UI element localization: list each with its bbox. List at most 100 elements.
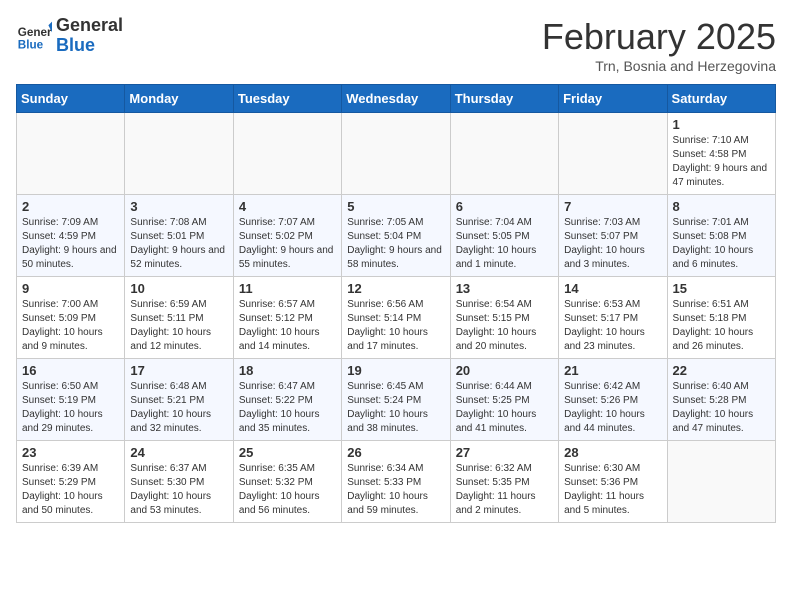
day-number: 11 (239, 281, 336, 296)
calendar-week-row: 9 Sunrise: 7:00 AM Sunset: 5:09 PM Daylig… (17, 277, 776, 359)
day-info: Sunrise: 6:30 AM Sunset: 5:36 PM Dayligh… (564, 462, 661, 518)
day-number: 26 (347, 445, 444, 460)
day-number: 12 (347, 281, 444, 296)
calendar-cell: 15Sunrise: 6:51 AM Sunset: 5:18 PM Dayli… (667, 277, 775, 359)
day-info: Sunrise: 6:32 AM Sunset: 5:35 PM Dayligh… (456, 462, 553, 518)
day-info: Sunrise: 6:59 AM Sunset: 5:11 PM Dayligh… (130, 298, 227, 354)
calendar-cell (342, 113, 450, 195)
weekday-header: Saturday (667, 85, 775, 113)
calendar-cell: 12 Sunrise: 6:56 AM Sunset: 5:14 PM Dayli… (342, 277, 450, 359)
day-info: Sunrise: 7:00 AM Sunset: 5:09 PM Dayligh… (22, 298, 119, 354)
title-block: February 2025 Trn, Bosnia and Herzegovin… (542, 16, 776, 74)
day-number: 14 (564, 281, 661, 296)
day-number: 6 (456, 199, 553, 214)
day-info: Sunrise: 7:03 AM Sunset: 5:07 PM Dayligh… (564, 216, 661, 272)
calendar-cell: 28 Sunrise: 6:30 AM Sunset: 5:36 PM Dayli… (559, 441, 667, 523)
day-number: 10 (130, 281, 227, 296)
day-info: Sunrise: 6:48 AM Sunset: 5:21 PM Dayligh… (130, 380, 227, 436)
svg-text:Blue: Blue (18, 38, 44, 51)
calendar-cell: 11 Sunrise: 6:57 AM Sunset: 5:12 PM Dayli… (233, 277, 341, 359)
calendar-cell: 19 Sunrise: 6:45 AM Sunset: 5:24 PM Dayli… (342, 359, 450, 441)
day-info: Sunrise: 6:51 AM Sunset: 5:18 PM Dayligh… (673, 298, 770, 354)
weekday-header: Monday (125, 85, 233, 113)
calendar-week-row: 1 Sunrise: 7:10 AM Sunset: 4:58 PM Daylig… (17, 113, 776, 195)
day-info: Sunrise: 6:57 AM Sunset: 5:12 PM Dayligh… (239, 298, 336, 354)
day-number: 5 (347, 199, 444, 214)
weekday-header-row: SundayMondayTuesdayWednesdayThursdayFrid… (17, 85, 776, 113)
day-info: Sunrise: 7:07 AM Sunset: 5:02 PM Dayligh… (239, 216, 336, 272)
calendar-cell: 13Sunrise: 6:54 AM Sunset: 5:15 PM Dayli… (450, 277, 558, 359)
day-info: Sunrise: 6:47 AM Sunset: 5:22 PM Dayligh… (239, 380, 336, 436)
day-number: 2 (22, 199, 119, 214)
logo-blue-text: Blue (56, 36, 123, 56)
calendar-cell: 27 Sunrise: 6:32 AM Sunset: 5:35 PM Dayli… (450, 441, 558, 523)
day-info: Sunrise: 6:54 AM Sunset: 5:15 PM Dayligh… (456, 298, 553, 354)
day-number: 27 (456, 445, 553, 460)
weekday-header: Sunday (17, 85, 125, 113)
page-header: General Blue General Blue February 2025 … (16, 16, 776, 74)
day-info: Sunrise: 7:01 AM Sunset: 5:08 PM Dayligh… (673, 216, 770, 272)
day-number: 18 (239, 363, 336, 378)
calendar-cell: 23 Sunrise: 6:39 AM Sunset: 5:29 PM Dayli… (17, 441, 125, 523)
day-info: Sunrise: 6:56 AM Sunset: 5:14 PM Dayligh… (347, 298, 444, 354)
calendar-cell: 21Sunrise: 6:42 AM Sunset: 5:26 PM Dayli… (559, 359, 667, 441)
logo: General Blue General Blue (16, 16, 123, 56)
calendar-subtitle: Trn, Bosnia and Herzegovina (542, 58, 776, 74)
day-info: Sunrise: 6:34 AM Sunset: 5:33 PM Dayligh… (347, 462, 444, 518)
day-number: 1 (673, 117, 770, 132)
calendar-cell (667, 441, 775, 523)
day-number: 28 (564, 445, 661, 460)
day-info: Sunrise: 7:04 AM Sunset: 5:05 PM Dayligh… (456, 216, 553, 272)
calendar-cell: 10 Sunrise: 6:59 AM Sunset: 5:11 PM Dayli… (125, 277, 233, 359)
day-info: Sunrise: 6:39 AM Sunset: 5:29 PM Dayligh… (22, 462, 119, 518)
day-number: 22 (673, 363, 770, 378)
calendar-cell: 17Sunrise: 6:48 AM Sunset: 5:21 PM Dayli… (125, 359, 233, 441)
calendar-cell: 16 Sunrise: 6:50 AM Sunset: 5:19 PM Dayli… (17, 359, 125, 441)
day-number: 7 (564, 199, 661, 214)
calendar-cell: 2Sunrise: 7:09 AM Sunset: 4:59 PM Daylig… (17, 195, 125, 277)
day-number: 9 (22, 281, 119, 296)
svg-text:General: General (18, 26, 52, 39)
calendar-cell: 4 Sunrise: 7:07 AM Sunset: 5:02 PM Daylig… (233, 195, 341, 277)
calendar-cell (17, 113, 125, 195)
calendar-cell (559, 113, 667, 195)
calendar-cell (125, 113, 233, 195)
day-info: Sunrise: 6:35 AM Sunset: 5:32 PM Dayligh… (239, 462, 336, 518)
calendar-cell (233, 113, 341, 195)
calendar-cell: 8 Sunrise: 7:01 AM Sunset: 5:08 PM Daylig… (667, 195, 775, 277)
day-info: Sunrise: 6:45 AM Sunset: 5:24 PM Dayligh… (347, 380, 444, 436)
calendar-cell: 1 Sunrise: 7:10 AM Sunset: 4:58 PM Daylig… (667, 113, 775, 195)
day-number: 8 (673, 199, 770, 214)
calendar-week-row: 2Sunrise: 7:09 AM Sunset: 4:59 PM Daylig… (17, 195, 776, 277)
calendar-cell: 24Sunrise: 6:37 AM Sunset: 5:30 PM Dayli… (125, 441, 233, 523)
calendar-cell: 5Sunrise: 7:05 AM Sunset: 5:04 PM Daylig… (342, 195, 450, 277)
day-number: 20 (456, 363, 553, 378)
calendar-table: SundayMondayTuesdayWednesdayThursdayFrid… (16, 84, 776, 523)
calendar-week-row: 23 Sunrise: 6:39 AM Sunset: 5:29 PM Dayli… (17, 441, 776, 523)
day-info: Sunrise: 6:40 AM Sunset: 5:28 PM Dayligh… (673, 380, 770, 436)
logo-icon: General Blue (16, 18, 52, 54)
calendar-cell: 3Sunrise: 7:08 AM Sunset: 5:01 PM Daylig… (125, 195, 233, 277)
calendar-cell: 20 Sunrise: 6:44 AM Sunset: 5:25 PM Dayli… (450, 359, 558, 441)
day-number: 16 (22, 363, 119, 378)
day-number: 25 (239, 445, 336, 460)
calendar-cell: 26 Sunrise: 6:34 AM Sunset: 5:33 PM Dayli… (342, 441, 450, 523)
weekday-header: Wednesday (342, 85, 450, 113)
day-info: Sunrise: 6:50 AM Sunset: 5:19 PM Dayligh… (22, 380, 119, 436)
day-info: Sunrise: 6:53 AM Sunset: 5:17 PM Dayligh… (564, 298, 661, 354)
day-number: 4 (239, 199, 336, 214)
weekday-header: Tuesday (233, 85, 341, 113)
logo-general-text: General (56, 16, 123, 36)
weekday-header: Friday (559, 85, 667, 113)
calendar-week-row: 16 Sunrise: 6:50 AM Sunset: 5:19 PM Dayli… (17, 359, 776, 441)
day-info: Sunrise: 7:08 AM Sunset: 5:01 PM Dayligh… (130, 216, 227, 272)
weekday-header: Thursday (450, 85, 558, 113)
day-info: Sunrise: 6:37 AM Sunset: 5:30 PM Dayligh… (130, 462, 227, 518)
calendar-cell: 14 Sunrise: 6:53 AM Sunset: 5:17 PM Dayli… (559, 277, 667, 359)
day-number: 19 (347, 363, 444, 378)
day-number: 23 (22, 445, 119, 460)
day-info: Sunrise: 6:44 AM Sunset: 5:25 PM Dayligh… (456, 380, 553, 436)
calendar-cell (450, 113, 558, 195)
day-info: Sunrise: 7:10 AM Sunset: 4:58 PM Dayligh… (673, 134, 770, 190)
calendar-cell: 22 Sunrise: 6:40 AM Sunset: 5:28 PM Dayli… (667, 359, 775, 441)
